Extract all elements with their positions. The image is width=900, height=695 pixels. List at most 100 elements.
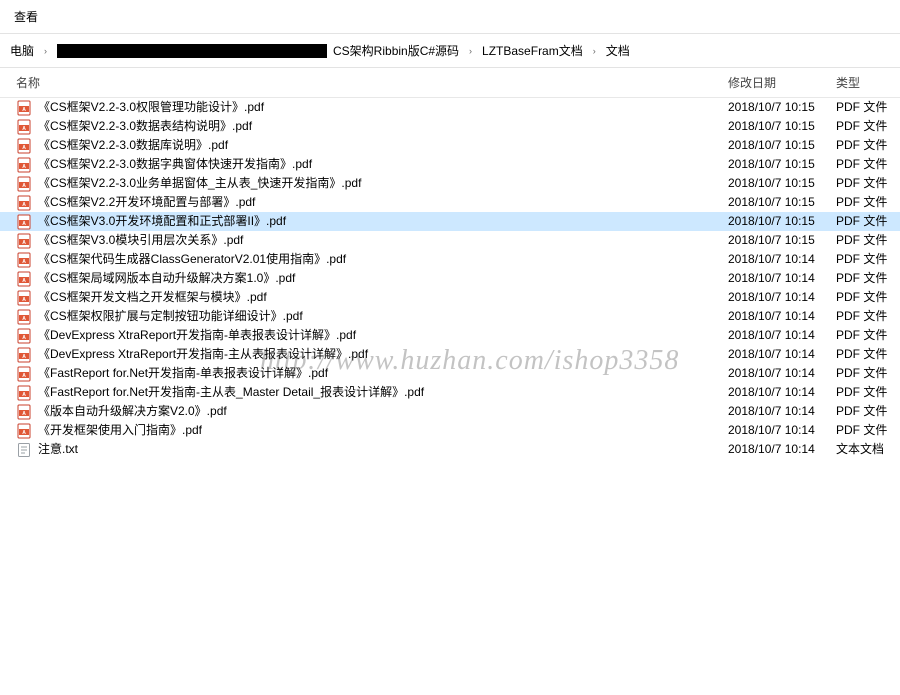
file-name-cell[interactable]: 《开发框架使用入门指南》.pdf [16,422,728,439]
chevron-right-icon: › [465,46,476,56]
file-date-cell: 2018/10/7 10:14 [728,441,836,458]
pdf-file-icon [16,119,32,135]
col-header-date[interactable]: 修改日期 [728,74,836,91]
file-type-cell: PDF 文件 [836,175,896,192]
file-row[interactable]: 《FastReport for.Net开发指南-单表报表设计详解》.pdf201… [0,364,900,383]
file-row[interactable]: 《DevExpress XtraReport开发指南-单表报表设计详解》.pdf… [0,326,900,345]
file-date-cell: 2018/10/7 10:15 [728,118,836,135]
pdf-file-icon [16,195,32,211]
file-row[interactable]: 《开发框架使用入门指南》.pdf2018/10/7 10:14PDF 文件 [0,421,900,440]
file-row[interactable]: 《CS框架权限扩展与定制按钮功能详细设计》.pdf2018/10/7 10:14… [0,307,900,326]
pdf-file-icon [16,252,32,268]
file-name-cell[interactable]: 《CS框架V2.2开发环境配置与部署》.pdf [16,194,728,211]
file-name-label: 《FastReport for.Net开发指南-主从表_Master Detai… [38,384,424,401]
file-type-cell: PDF 文件 [836,156,896,173]
file-type-cell: PDF 文件 [836,384,896,401]
file-name-cell[interactable]: 《CS框架V2.2-3.0业务单据窗体_主从表_快速开发指南》.pdf [16,175,728,192]
file-name-cell[interactable]: 《CS框架V2.2-3.0数据表结构说明》.pdf [16,118,728,135]
breadcrumb-bar[interactable]: 电脑 › CS架构Ribbin版C#源码 › LZTBaseFram文档 › 文… [0,34,900,68]
file-name-label: 《DevExpress XtraReport开发指南-主从表报表设计详解》.pd… [38,346,368,363]
file-name-label: 注意.txt [38,441,78,458]
file-row[interactable]: 《CS框架开发文档之开发框架与模块》.pdf2018/10/7 10:14PDF… [0,288,900,307]
chevron-right-icon: › [40,46,51,56]
file-name-label: 《CS框架V2.2-3.0权限管理功能设计》.pdf [38,99,264,116]
col-header-name[interactable]: 名称 [16,74,728,91]
breadcrumb-redacted [57,44,327,58]
file-name-cell[interactable]: 《CS框架V2.2-3.0数据库说明》.pdf [16,137,728,154]
file-name-cell[interactable]: 《版本自动升级解决方案V2.0》.pdf [16,403,728,420]
file-date-cell: 2018/10/7 10:14 [728,346,836,363]
file-date-cell: 2018/10/7 10:15 [728,99,836,116]
file-row[interactable]: 《FastReport for.Net开发指南-主从表_Master Detai… [0,383,900,402]
file-row[interactable]: 注意.txt 2018/10/7 10:14文本文档 [0,440,900,459]
file-type-cell: PDF 文件 [836,118,896,135]
file-name-label: 《CS框架V2.2-3.0数据库说明》.pdf [38,137,228,154]
breadcrumb-seg-1[interactable]: LZTBaseFram文档 [482,42,583,59]
col-header-type[interactable]: 类型 [836,74,896,91]
breadcrumb-seg-2[interactable]: 文档 [606,42,630,59]
file-name-cell[interactable]: 《CS框架开发文档之开发框架与模块》.pdf [16,289,728,306]
file-row[interactable]: 《CS框架局域网版本自动升级解决方案1.0》.pdf 2018/10/7 10:1… [0,269,900,288]
file-row[interactable]: 《CS框架V2.2-3.0权限管理功能设计》.pdf 2018/10/7 10:1… [0,98,900,117]
pdf-file-icon [16,100,32,116]
file-name-label: 《CS框架V2.2-3.0业务单据窗体_主从表_快速开发指南》.pdf [38,175,361,192]
file-date-cell: 2018/10/7 10:15 [728,194,836,211]
file-name-label: 《DevExpress XtraReport开发指南-单表报表设计详解》.pdf [38,327,356,344]
file-date-cell: 2018/10/7 10:15 [728,156,836,173]
file-row[interactable]: 《CS框架V2.2-3.0数据库说明》.pdf 2018/10/7 10:15PD… [0,136,900,155]
file-name-cell[interactable]: 《DevExpress XtraReport开发指南-单表报表设计详解》.pdf [16,327,728,344]
file-row[interactable]: 《DevExpress XtraReport开发指南-主从表报表设计详解》.pd… [0,345,900,364]
file-name-cell[interactable]: 《CS框架V2.2-3.0权限管理功能设计》.pdf [16,99,728,116]
file-row[interactable]: 《CS框架V2.2开发环境配置与部署》.pdf2018/10/7 10:15PD… [0,193,900,212]
file-type-cell: PDF 文件 [836,365,896,382]
file-date-cell: 2018/10/7 10:14 [728,270,836,287]
file-name-label: 《CS框架代码生成器ClassGeneratorV2.01使用指南》.pdf [38,251,346,268]
file-name-cell[interactable]: 注意.txt [16,441,728,458]
file-date-cell: 2018/10/7 10:15 [728,232,836,249]
file-date-cell: 2018/10/7 10:14 [728,327,836,344]
file-name-label: 《CS框架V3.0模块引用层次关系》.pdf [38,232,243,249]
file-row[interactable]: 《CS框架V2.2-3.0业务单据窗体_主从表_快速开发指南》.pdf2018/… [0,174,900,193]
file-type-cell: PDF 文件 [836,137,896,154]
pdf-file-icon [16,233,32,249]
file-name-cell[interactable]: 《DevExpress XtraReport开发指南-主从表报表设计详解》.pd… [16,346,728,363]
file-type-cell: PDF 文件 [836,270,896,287]
chevron-right-icon: › [589,46,600,56]
file-type-cell: 文本文档 [836,441,896,458]
file-name-label: 《CS框架开发文档之开发框架与模块》.pdf [38,289,267,306]
pdf-file-icon [16,157,32,173]
file-row[interactable]: 《CS框架V3.0模块引用层次关系》.pdf2018/10/7 10:15PDF… [0,231,900,250]
file-type-cell: PDF 文件 [836,308,896,325]
file-type-cell: PDF 文件 [836,327,896,344]
file-name-cell[interactable]: 《CS框架权限扩展与定制按钮功能详细设计》.pdf [16,308,728,325]
file-name-cell[interactable]: 《FastReport for.Net开发指南-主从表_Master Detai… [16,384,728,401]
breadcrumb-root[interactable]: 电脑 [10,42,34,59]
file-name-label: 《CS框架V2.2-3.0数据字典窗体快速开发指南》.pdf [38,156,312,173]
file-name-cell[interactable]: 《CS框架代码生成器ClassGeneratorV2.01使用指南》.pdf [16,251,728,268]
file-name-label: 《CS框架局域网版本自动升级解决方案1.0》.pdf [38,270,295,287]
pdf-file-icon [16,271,32,287]
column-headers: 名称 修改日期 类型 [0,68,900,98]
file-list: 《CS框架V2.2-3.0权限管理功能设计》.pdf 2018/10/7 10:1… [0,98,900,459]
file-row[interactable]: 《CS框架V2.2-3.0数据表结构说明》.pdf2018/10/7 10:15… [0,117,900,136]
pdf-file-icon [16,423,32,439]
file-name-cell[interactable]: 《CS框架V2.2-3.0数据字典窗体快速开发指南》.pdf [16,156,728,173]
file-name-cell[interactable]: 《CS框架V3.0模块引用层次关系》.pdf [16,232,728,249]
file-type-cell: PDF 文件 [836,403,896,420]
file-date-cell: 2018/10/7 10:15 [728,137,836,154]
file-name-cell[interactable]: 《CS框架局域网版本自动升级解决方案1.0》.pdf [16,270,728,287]
file-row[interactable]: 《CS框架V2.2-3.0数据字典窗体快速开发指南》.pdf 2018/10/7 … [0,155,900,174]
file-name-label: 《CS框架V2.2开发环境配置与部署》.pdf [38,194,255,211]
breadcrumb-seg-0[interactable]: CS架构Ribbin版C#源码 [333,42,459,59]
menu-bar: 查看 [0,0,900,34]
file-name-cell[interactable]: 《CS框架V3.0开发环境配置和正式部署II》.pdf [16,213,728,230]
file-date-cell: 2018/10/7 10:14 [728,251,836,268]
file-row[interactable]: 《CS框架V3.0开发环境配置和正式部署II》.pdf2018/10/7 10:… [0,212,900,231]
file-row[interactable]: 《CS框架代码生成器ClassGeneratorV2.01使用指南》.pdf 20… [0,250,900,269]
menu-view[interactable]: 查看 [8,6,44,27]
file-row[interactable]: 《版本自动升级解决方案V2.0》.pdf2018/10/7 10:14PDF 文… [0,402,900,421]
file-name-cell[interactable]: 《FastReport for.Net开发指南-单表报表设计详解》.pdf [16,365,728,382]
pdf-file-icon [16,347,32,363]
file-date-cell: 2018/10/7 10:14 [728,289,836,306]
file-name-label: 《FastReport for.Net开发指南-单表报表设计详解》.pdf [38,365,328,382]
